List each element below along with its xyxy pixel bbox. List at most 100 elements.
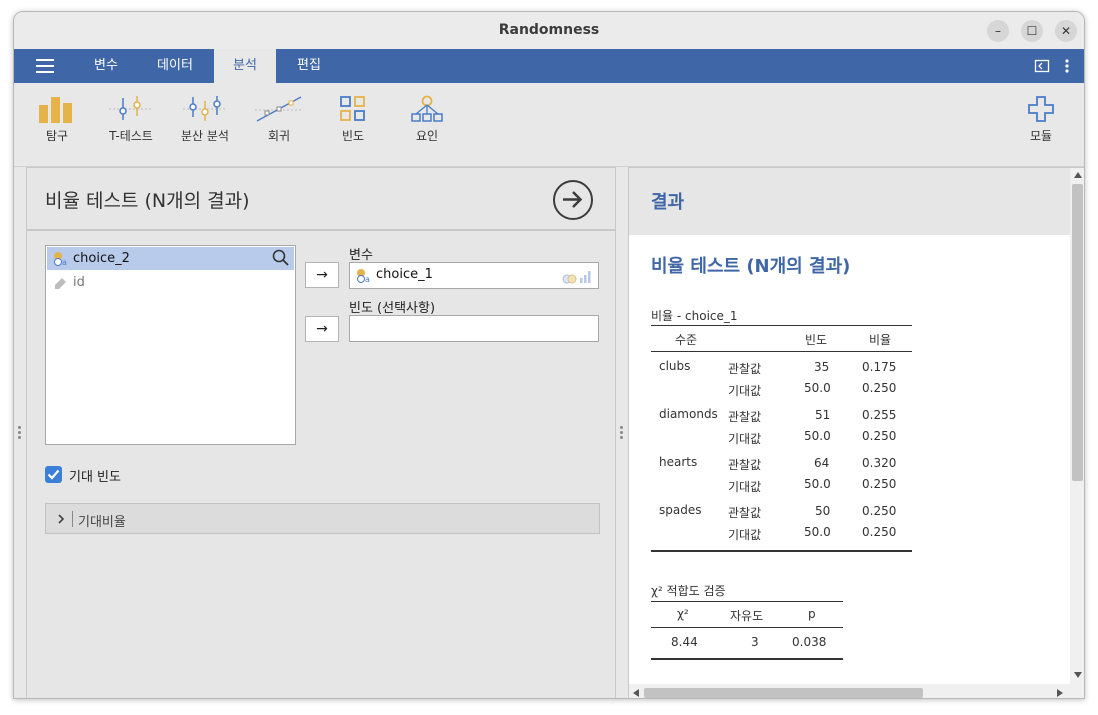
level-cell: clubs bbox=[659, 359, 691, 373]
scrollbar-thumb[interactable] bbox=[644, 688, 923, 698]
run-arrow-button[interactable] bbox=[553, 180, 593, 220]
proportion-cell: 0.250 bbox=[862, 525, 897, 539]
count-cell: 50.0 bbox=[804, 525, 831, 539]
frequency-field[interactable] bbox=[349, 315, 599, 342]
window-title: Randomness bbox=[498, 22, 600, 38]
table-rule bbox=[651, 325, 912, 326]
scroll-up-icon bbox=[1074, 172, 1082, 178]
list-item[interactable]: a choice_2 bbox=[47, 247, 294, 270]
results-heading: 결과 bbox=[651, 192, 685, 213]
count-cell: 51 bbox=[815, 408, 831, 422]
table-rule bbox=[651, 601, 843, 602]
observed-label: 관찰값 bbox=[728, 362, 762, 376]
ribbon-exploration-button[interactable]: 탐구 bbox=[22, 95, 92, 144]
tab-data[interactable]: 데이터 bbox=[146, 49, 204, 83]
ribbon-frequencies-button[interactable]: 빈도 bbox=[318, 95, 388, 144]
df-value: 3 bbox=[751, 635, 759, 649]
variable-type-icon bbox=[562, 271, 591, 284]
id-variable-icon bbox=[55, 278, 66, 289]
nominal-variable-icon: a bbox=[54, 252, 67, 266]
minimize-button[interactable]: – bbox=[987, 20, 1009, 42]
toggle-panel-icon[interactable] bbox=[1034, 58, 1050, 78]
proportion-cell: 0.250 bbox=[862, 429, 897, 443]
table-rule bbox=[651, 658, 843, 660]
count-cell: 50 bbox=[815, 504, 831, 518]
move-to-variable-button[interactable]: → bbox=[305, 262, 339, 288]
proportion-cell: 0.255 bbox=[862, 408, 897, 422]
vertical-scrollbar[interactable] bbox=[1070, 168, 1084, 698]
variable-field[interactable]: a choice_1 bbox=[349, 262, 599, 289]
regression-icon bbox=[255, 96, 303, 122]
tab-analyses[interactable]: 분석 bbox=[214, 49, 276, 83]
level-cell: hearts bbox=[659, 455, 698, 469]
proportion-cell: 0.250 bbox=[862, 477, 897, 491]
expected-label: 기대값 bbox=[728, 528, 762, 542]
svg-text:a: a bbox=[365, 275, 370, 283]
count-cell: 50.0 bbox=[804, 477, 831, 491]
hamburger-menu-icon[interactable] bbox=[36, 59, 54, 73]
move-to-frequency-button[interactable]: → bbox=[305, 316, 339, 342]
ribbon-ttest-button[interactable]: T-테스트 bbox=[96, 95, 166, 144]
nominal-variable-icon: a bbox=[357, 269, 370, 283]
table-rule bbox=[651, 627, 843, 628]
horizontal-scrollbar[interactable] bbox=[629, 684, 1070, 698]
ribbon-regression-button[interactable]: 회귀 bbox=[244, 95, 314, 144]
table-caption: 비율 - choice_1 bbox=[651, 309, 738, 323]
ribbon-modules-button[interactable]: 모듈 bbox=[1006, 95, 1076, 144]
divider bbox=[27, 229, 615, 231]
column-header: p bbox=[808, 607, 816, 621]
t-test-icon bbox=[109, 96, 153, 120]
list-item[interactable]: id bbox=[47, 271, 294, 294]
more-options-icon[interactable] bbox=[1064, 58, 1070, 78]
observed-label: 관찰값 bbox=[728, 506, 762, 520]
variable-list[interactable]: a choice_2 id bbox=[45, 245, 296, 445]
ribbon-label: 탐구 bbox=[45, 129, 69, 143]
app-window: Randomness – ☐ ✕ 변수 데이터 분석 편집 탐구 T-테스트 분… bbox=[13, 11, 1085, 699]
resize-handle[interactable] bbox=[18, 426, 21, 440]
expected-label: 기대값 bbox=[728, 432, 762, 446]
titlebar: Randomness – ☐ ✕ bbox=[14, 12, 1084, 49]
options-panel: 비율 테스트 (N개의 결과) a choice_2 id → 변수 a cho… bbox=[18, 167, 616, 698]
proportion-cell: 0.250 bbox=[862, 504, 897, 518]
proportion-cell: 0.250 bbox=[862, 381, 897, 395]
table-rule bbox=[651, 550, 912, 552]
scrollbar-thumb[interactable] bbox=[1072, 184, 1083, 481]
search-icon bbox=[272, 249, 289, 266]
close-button[interactable]: ✕ bbox=[1055, 20, 1077, 42]
count-cell: 50.0 bbox=[804, 429, 831, 443]
count-cell: 64 bbox=[814, 456, 830, 470]
arrow-right-circle-icon bbox=[563, 191, 583, 208]
scroll-down-icon bbox=[1074, 672, 1082, 678]
ribbon-factor-button[interactable]: 요인 bbox=[392, 95, 462, 144]
expected-counts-checkbox[interactable] bbox=[45, 466, 62, 483]
splitter-handle[interactable] bbox=[620, 426, 623, 440]
divider bbox=[72, 511, 73, 527]
maximize-button[interactable]: ☐ bbox=[1021, 20, 1043, 42]
level-cell: spades bbox=[659, 503, 702, 517]
search-button[interactable] bbox=[271, 248, 293, 269]
ribbon-label: T-테스트 bbox=[109, 129, 153, 143]
column-header: 빈도 bbox=[805, 333, 828, 347]
anova-icon bbox=[183, 96, 227, 121]
results-panel: 결과 비율 테스트 (N개의 결과) 비율 - choice_1 수준 빈도 비… bbox=[628, 167, 1084, 698]
ribbon-anova-button[interactable]: 분산 분석 bbox=[170, 95, 240, 144]
expected-proportions-label: 기대비율 bbox=[78, 515, 126, 530]
p-value: 0.038 bbox=[792, 635, 827, 649]
tab-variables[interactable]: 변수 bbox=[82, 49, 130, 83]
chisq-value: 8.44 bbox=[671, 635, 698, 649]
column-header: 비율 bbox=[869, 333, 892, 347]
scroll-right-icon bbox=[1057, 689, 1063, 697]
menubar: 변수 데이터 분석 편집 bbox=[14, 49, 1084, 83]
ribbon-label: 모듈 bbox=[1029, 129, 1053, 143]
expected-label: 기대값 bbox=[728, 384, 762, 398]
table-caption: χ² 적합도 검증 bbox=[651, 584, 726, 598]
bar-chart-icon bbox=[39, 97, 72, 123]
scroll-left-icon bbox=[633, 689, 639, 697]
expected-counts-label: 기대 빈도 bbox=[69, 470, 121, 485]
expected-proportions-section[interactable]: 기대비율 bbox=[45, 503, 600, 534]
variable-name: choice_2 bbox=[73, 251, 130, 266]
expected-label: 기대값 bbox=[728, 480, 762, 494]
column-header: 자유도 bbox=[730, 609, 764, 623]
tab-edit[interactable]: 편집 bbox=[284, 49, 334, 83]
checkmark-icon bbox=[47, 469, 60, 480]
